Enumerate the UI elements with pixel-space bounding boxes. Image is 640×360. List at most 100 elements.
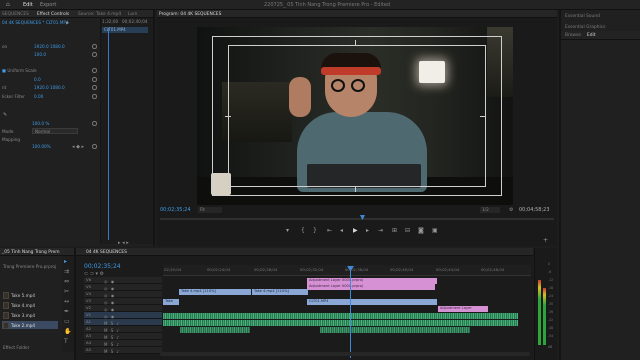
step-back-icon[interactable]: ◂ [340,227,343,234]
timeline-clip[interactable]: CLT01.MP4 [307,299,437,305]
track-header-v4[interactable]: V4 [84,291,162,298]
tab-lumetri[interactable]: Lum [128,12,137,17]
list-item-selected[interactable]: Take 2.mp4 [2,321,58,329]
tab-edit[interactable]: Edit [587,33,596,38]
safe-tick [225,116,231,117]
hand-tool-icon[interactable]: ✋ [64,328,71,335]
go-to-in-icon[interactable]: ⇤ [327,227,332,234]
keyframe-toggle-icon[interactable] [92,94,97,99]
tab-essential-graphics[interactable]: Essential Graphics [565,25,605,30]
safe-tick [480,116,486,117]
play-button[interactable]: ▶ [353,227,358,234]
timeline-scrollbar[interactable] [160,352,530,356]
position-value[interactable]: 1920.0 1080.0 [34,44,65,49]
clip-thumbnail [3,312,9,319]
tab-effect-controls[interactable]: Effect Controls [37,12,69,17]
tab-project[interactable]: _05 Tinh Nang Trong Prem [2,250,60,255]
track-header-a1[interactable]: A1 [84,319,162,326]
keyframe-toggle-icon[interactable] [92,44,97,49]
track-select-icon[interactable]: ⇉ [64,268,69,275]
audio-toggle-icons[interactable]: M S ♪ M S ♪ M S ♪ M S ♪ M S ♪ [104,320,120,355]
audio-clip[interactable] [163,313,518,319]
export-frame-icon[interactable]: ◙ [418,227,424,234]
keyframe-toggle-icon[interactable] [92,85,97,90]
track-header-a5[interactable]: A5 [84,347,162,354]
insert-icon[interactable]: ⊞ [392,227,397,234]
wrench-icon[interactable]: ⚙ [509,207,513,213]
ruler-label: 00;02;24;04 [207,267,231,272]
ripple-edit-icon[interactable]: ⇔ [64,278,69,285]
track-header-a4[interactable]: A4 [84,340,162,347]
essential-graphics-panel: Essential Sound Essential Graphics [559,10,640,360]
overwrite-icon[interactable]: ⊟ [405,227,410,234]
timeline-clip[interactable]: Take [163,299,179,305]
edit-workspace-tab[interactable]: Edit [23,2,33,8]
tab-source[interactable]: Source: Take 4.mp4 [78,12,121,17]
keyframe-toggle-icon[interactable] [92,144,97,149]
program-scrub-bar[interactable] [160,218,554,220]
track-toggle-icons[interactable]: ◎ ◉ ◎ ◉ ◎ ◉ ◎ ◉ ◎ ◉ ◎ ◉ [104,278,115,320]
track-header-v5[interactable]: V5 [84,284,162,291]
keyframe-nav-icon[interactable]: ◂ ◆ ▸ [72,144,84,150]
razor-tool-icon[interactable]: ✂ [64,288,69,295]
flicker-filter-value[interactable]: 0.00 [34,94,43,99]
fit-select[interactable]: Fit [198,207,222,213]
premiere-pro-window: ⌂ Edit Export 220725_ 05 Tinh Nang Trong… [0,0,640,360]
track-header-a2[interactable]: A2 [84,326,162,333]
marker-icon[interactable]: ▾ [286,227,289,234]
pen-tool-icon[interactable]: ✒ [64,308,69,315]
audio-clip[interactable] [180,327,250,333]
track-header-v6[interactable]: V6 [84,277,162,284]
track-header-v2[interactable]: V2 [84,305,162,312]
mark-out-icon[interactable]: } [313,227,317,234]
mark-in-icon[interactable]: { [301,227,305,234]
selection-tool-icon[interactable]: ▸ [64,258,67,265]
pen-icon[interactable]: ✎ [3,112,7,118]
track-header-v3[interactable]: V3 [84,298,162,305]
speed-value[interactable]: 100.00% [32,144,51,149]
step-forward-icon[interactable]: ▸ [366,227,369,234]
slip-tool-icon[interactable]: ↔ [64,298,69,305]
track-header-a3[interactable]: A3 [84,333,162,340]
uniform-scale-checkbox[interactable]: ■ Uniform Scale [2,68,37,73]
blend-mode-select[interactable]: Normal [32,128,78,134]
timeline-clip[interactable]: Take 4.mp4 [110%] [252,289,308,295]
audio-clip[interactable] [320,327,470,333]
rectangle-tool-icon[interactable]: ▭ [64,318,70,325]
track-header-v1[interactable]: V1 [84,312,162,319]
keyframe-toggle-icon[interactable] [92,52,97,57]
button-editor-icon[interactable]: + [543,237,548,244]
program-timecode[interactable]: 00;02;35;24 [160,207,191,213]
timeline-clip[interactable]: Adjustment Layer 0004.prproj [307,284,435,290]
go-to-out-icon[interactable]: ⇥ [378,227,383,234]
ec-playhead[interactable] [108,28,109,240]
anchor-point-value[interactable]: 1920.0 1080.0 [34,85,65,90]
sequence-label[interactable]: 04 4K SEQUENCES * CLT01.MP4 [2,20,69,25]
rotation-value[interactable]: 0.0 [34,77,41,82]
keyframe-toggle-icon[interactable] [92,121,97,126]
play-icon[interactable]: ▶ [66,20,69,25]
tab-essential-sound[interactable]: Essential Sound [565,14,600,19]
tab-program[interactable]: Program: 04 4K SEQUENCES [159,12,221,17]
timeline-clip[interactable]: Take 4.mp4 [110%] [179,289,251,295]
comparison-view-icon[interactable]: ▣ [432,227,438,234]
scale-value[interactable]: 100.0 [34,52,46,57]
timeline-timecode[interactable]: 00;02;35;24 [84,263,121,270]
program-duration: 00;04;58;23 [519,207,550,213]
keyframe-toggle-icon[interactable] [92,77,97,82]
clip-thumbnail [3,292,9,299]
quality-select[interactable]: 1/2 [480,207,500,213]
keyframe-toggle-icon[interactable] [92,68,97,73]
tab-browse[interactable]: Browse [565,33,581,38]
type-tool-icon[interactable]: T [64,338,68,345]
home-icon[interactable]: ⌂ [6,1,10,8]
timeline-clip[interactable]: Adjustment Layer [438,306,488,312]
export-workspace-tab[interactable]: Export [40,2,56,8]
ec-timecode-in: 1;32;00 [102,19,119,24]
timeline-playhead[interactable] [350,266,351,358]
ec-zoom-icons[interactable]: ▸ ◂ ▸ [118,240,129,246]
tab-sequences[interactable]: SEQUENCES [2,12,29,17]
opacity-value[interactable]: 100.0 % [32,121,49,126]
tab-sequence[interactable]: 04 4K SEQUENCES [86,250,127,255]
audio-clip[interactable] [163,320,518,326]
